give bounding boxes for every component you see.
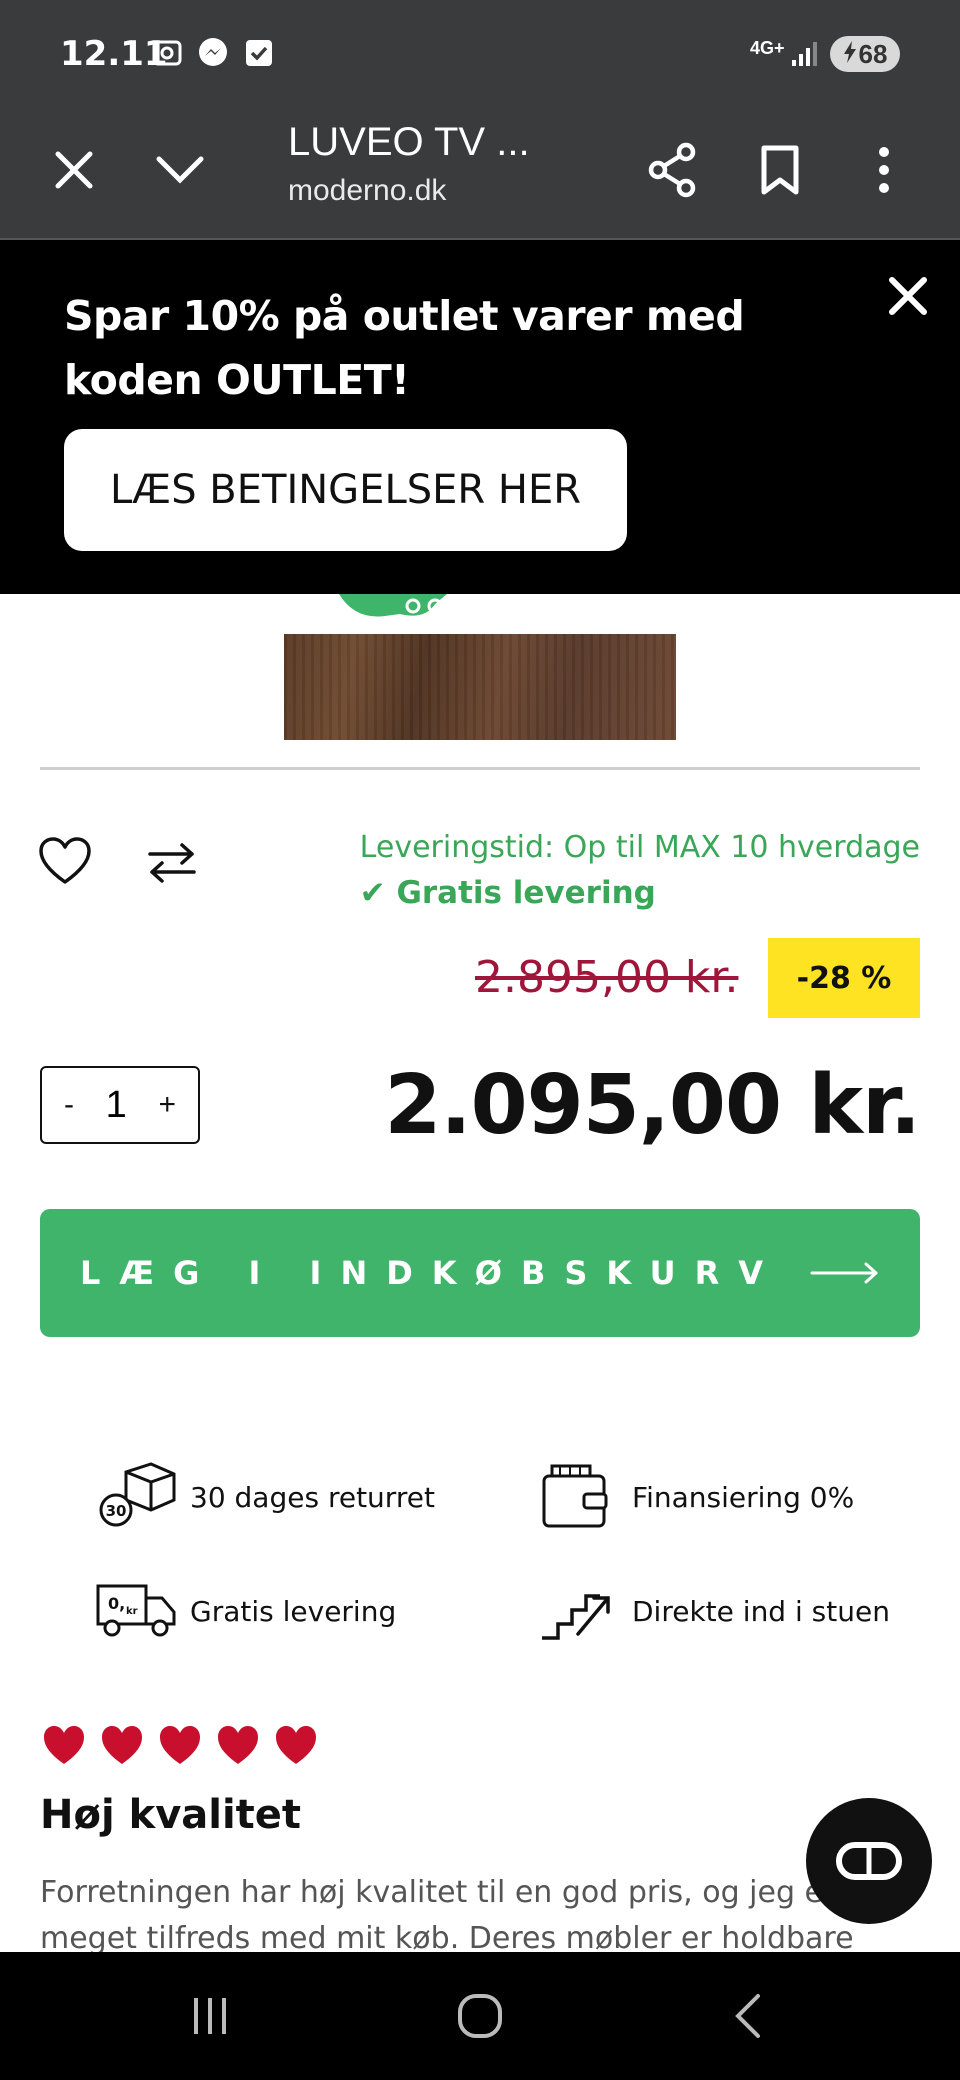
svg-text:kr: kr	[126, 1606, 138, 1617]
quantity-input[interactable]	[96, 1083, 137, 1127]
battery-level: 68	[858, 38, 888, 69]
bookmark-button[interactable]	[750, 140, 810, 200]
chat-button[interactable]	[806, 1798, 932, 1924]
bookmark-icon	[761, 145, 799, 195]
free-delivery-label: ✔ Gratis levering	[359, 875, 656, 911]
usp-label: Direkte ind i stuen	[632, 1594, 890, 1628]
wood-finish-swatch[interactable]	[284, 634, 676, 740]
delivery-time: Leveringstid: Op til MAX 10 hverdage	[359, 830, 920, 865]
share-button[interactable]	[642, 140, 702, 200]
divider	[40, 767, 920, 770]
promo-close-button[interactable]	[878, 266, 938, 326]
system-navigation-bar	[0, 1952, 960, 2080]
usp-return: 30 30 dages returret	[96, 1462, 435, 1532]
heart-icon	[160, 1726, 200, 1764]
usp-label: 30 dages returret	[190, 1480, 435, 1514]
more-vertical-icon	[879, 147, 889, 193]
screenshot-icon	[150, 36, 184, 70]
review-rating	[42, 1724, 318, 1766]
check-app-icon	[242, 36, 276, 70]
compare-button[interactable]	[146, 840, 198, 886]
heart-icon	[44, 1726, 84, 1764]
back-button[interactable]	[718, 1988, 778, 2044]
add-to-cart-label: LÆG I INDKØBSKURV	[79, 1254, 782, 1292]
arrow-right-icon	[810, 1262, 878, 1284]
promo-banner: Spar 10% på outlet varer med koden OUTLE…	[0, 240, 960, 594]
share-icon	[648, 142, 696, 198]
messenger-icon	[196, 36, 230, 70]
recent-apps-icon	[194, 1998, 226, 2034]
home-icon	[458, 1994, 502, 2038]
notification-icons	[150, 36, 276, 70]
close-tab-button[interactable]	[44, 140, 104, 200]
quantity-stepper: - +	[40, 1066, 200, 1144]
discount-badge: -28 %	[768, 938, 920, 1018]
usp-free-delivery: 0, kr Gratis levering	[96, 1576, 396, 1646]
heart-icon	[218, 1726, 258, 1764]
review-title: Høj kvalitet	[40, 1792, 302, 1838]
heart-icon	[276, 1726, 316, 1764]
usp-label: Finansiering 0%	[632, 1480, 855, 1514]
svg-text:0,: 0,	[108, 1594, 125, 1613]
status-bar: 12.11 4G+ 68	[0, 0, 960, 100]
heart-icon	[102, 1726, 142, 1764]
browser-toolbar: LUVEO TV ... moderno.dk	[0, 100, 960, 240]
svg-text:30: 30	[106, 1502, 127, 1520]
color-option-thumbnail[interactable]	[335, 594, 465, 620]
close-icon	[889, 277, 927, 315]
return-box-icon: 30	[99, 1462, 176, 1527]
page-title: LUVEO TV ...	[288, 120, 530, 164]
more-options-button[interactable]	[854, 140, 914, 200]
usp-financing: Finansiering 0%	[538, 1462, 854, 1532]
usp-delivery-inside: Direkte ind i stuen	[538, 1576, 890, 1646]
usp-label: Gratis levering	[190, 1594, 397, 1628]
wallet-icon	[542, 1464, 608, 1528]
chat-link-icon	[836, 1842, 902, 1880]
heart-outline-icon	[39, 837, 91, 884]
home-button[interactable]	[450, 1988, 510, 2044]
delivery-truck-icon: 0, kr	[96, 1584, 176, 1637]
delivery-info: Leveringstid: Op til MAX 10 hverdage ✔ G…	[360, 830, 920, 911]
charging-icon	[843, 39, 857, 70]
network-type: 4G+	[750, 38, 785, 58]
close-icon	[55, 151, 93, 189]
minimize-tab-button[interactable]	[150, 140, 210, 200]
chevron-down-icon	[156, 156, 204, 184]
quantity-increase-button[interactable]: +	[158, 1088, 176, 1122]
signal-icon	[790, 40, 820, 73]
add-to-cart-button[interactable]: LÆG I INDKØBSKURV	[40, 1209, 920, 1337]
review-text: Forretningen har høj kvalitet til en god…	[40, 1875, 854, 1956]
quantity-decrease-button[interactable]: -	[64, 1088, 74, 1122]
battery-indicator: 68	[830, 36, 900, 72]
stairs-icon	[542, 1594, 610, 1640]
promo-message: Spar 10% på outlet varer med koden OUTLE…	[64, 292, 745, 404]
compare-arrows-icon	[148, 843, 196, 883]
page-url[interactable]: moderno.dk	[288, 174, 446, 208]
read-terms-button[interactable]: LÆS BETINGELSER HER	[64, 429, 627, 551]
favorite-button[interactable]	[38, 836, 92, 886]
back-icon	[735, 1994, 760, 2038]
recent-apps-button[interactable]	[180, 1988, 240, 2044]
current-price: 2.095,00 kr.	[384, 1058, 921, 1153]
old-price: 2.895,00 kr.	[475, 952, 739, 1003]
